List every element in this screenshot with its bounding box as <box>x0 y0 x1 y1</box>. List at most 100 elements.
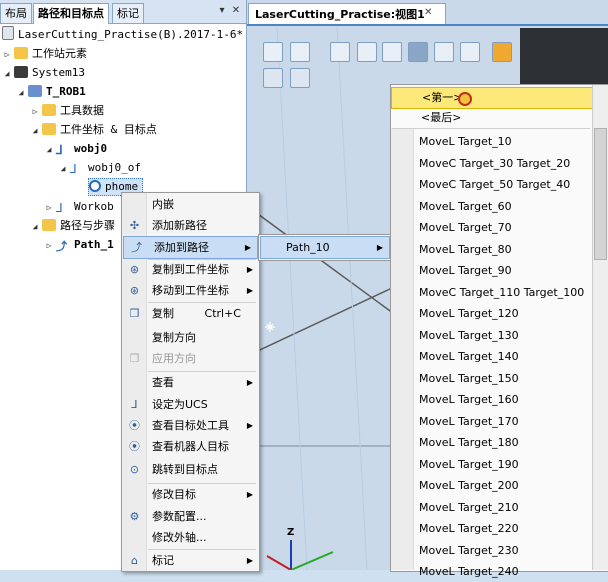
menu-add-to-path[interactable]: ⤴ 添加到路径 ▶ <box>123 236 258 259</box>
menu-modify-external-axis[interactable]: 修改外轴... <box>122 527 259 548</box>
menu-first[interactable]: <第一> <box>391 87 593 109</box>
collapse-icon[interactable]: ◢ <box>58 160 68 178</box>
target-item[interactable]: MoveL Target_160 <box>419 389 519 410</box>
target-item[interactable]: MoveL Target_70 <box>419 217 512 238</box>
menu-last[interactable]: <最后> <box>391 108 591 128</box>
tool-data-node[interactable]: ▷ 工具数据 <box>30 102 104 120</box>
pin-icon[interactable]: ▾ <box>216 5 228 17</box>
collapse-icon[interactable]: ◢ <box>2 65 12 83</box>
new-path-icon: ✣ <box>129 219 140 232</box>
collapse-icon[interactable]: ◢ <box>44 141 54 159</box>
menu-set-ucs[interactable]: ⅃ 设定为UCS <box>122 394 259 415</box>
menu-modify-target[interactable]: 修改目标 ▶ <box>122 484 259 505</box>
view-tab[interactable]: LaserCutting_Practise:视图1 <box>248 3 446 25</box>
frame-tool-icon[interactable] <box>492 42 512 62</box>
menu-add-new-path[interactable]: ✣ 添加新路径 <box>122 215 259 236</box>
collapse-icon[interactable]: ◢ <box>16 84 26 102</box>
menu-copy[interactable]: ❐ 复制 Ctrl+C <box>122 303 259 324</box>
target-item[interactable]: MoveL Target_190 <box>419 454 519 475</box>
target-item[interactable]: MoveC Target_110 Target_100 <box>419 282 584 303</box>
target-item[interactable]: MoveL Target_80 <box>419 239 512 260</box>
scrollbar-thumb[interactable] <box>594 128 607 260</box>
target-item[interactable]: MoveL Target_170 <box>419 411 519 432</box>
view-center-icon[interactable] <box>290 42 310 62</box>
station-icon <box>2 26 14 40</box>
select-part-icon[interactable] <box>357 42 377 62</box>
target-item[interactable]: MoveL Target_220 <box>419 518 519 539</box>
menu-path-10[interactable]: Path_10 ▶ <box>260 236 390 259</box>
tab-paths-targets[interactable]: 路径和目标点 <box>33 3 109 24</box>
robot-icon <box>28 85 42 97</box>
tool-at-target-icon: ⦿ <box>129 419 140 432</box>
wobj-targets-node[interactable]: ◢ 工件坐标 & 目标点 <box>30 121 157 139</box>
target-item[interactable]: MoveL Target_240 <box>419 561 519 582</box>
workobj-node[interactable]: ▷ ⅃ Workob <box>44 198 114 216</box>
menu-inline[interactable]: 内嵌 <box>122 194 259 215</box>
submenu-arrow-icon: ▶ <box>246 378 253 387</box>
x-axis <box>266 555 292 570</box>
select-body-icon[interactable] <box>330 42 350 62</box>
target-item[interactable]: MoveL Target_90 <box>419 260 512 281</box>
menu-tag[interactable]: ⌂ 标记 ▶ <box>122 550 259 571</box>
target-item[interactable]: MoveC Target_50 Target_40 <box>419 174 570 195</box>
target-item[interactable]: MoveL Target_230 <box>419 540 519 561</box>
folder-icon <box>14 47 28 59</box>
snap-edge-icon[interactable] <box>434 42 454 62</box>
target-item[interactable]: MoveL Target_120 <box>419 303 519 324</box>
system-node[interactable]: ◢ System13 <box>2 64 85 82</box>
play-icon[interactable] <box>263 68 283 88</box>
target-item[interactable]: MoveL Target_180 <box>419 432 519 453</box>
snap-object-icon[interactable] <box>408 42 428 62</box>
wobj0-of-node[interactable]: ◢ ⅃ wobj0_of <box>58 159 141 177</box>
config-icon: ⚙ <box>129 510 140 523</box>
target-item[interactable]: MoveL Target_60 <box>419 196 512 217</box>
view-all-icon[interactable] <box>263 42 283 62</box>
geometry-line <box>247 205 398 317</box>
target-item[interactable]: MoveL Target_140 <box>419 346 519 367</box>
wobj0-node[interactable]: ◢ ⅃ wobj0 <box>44 140 108 159</box>
paths-procedures-node[interactable]: ◢ 路径与步骤 <box>30 217 115 235</box>
menu-copy-to-wobj[interactable]: ⊛ 复制到工件坐标 ▶ <box>122 259 259 280</box>
submenu-arrow-icon: ▶ <box>246 286 253 295</box>
submenu-arrow-icon: ▶ <box>246 265 253 274</box>
station-node[interactable]: LaserCutting_Practise(B).2017-1-6* <box>2 26 243 44</box>
expand-icon[interactable]: ▷ <box>30 103 40 121</box>
menu-view-tool-at-target[interactable]: ⦿ 查看目标处工具 ▶ <box>122 415 259 436</box>
menu-copy-orientation[interactable]: 复制方向 <box>122 327 259 348</box>
target-item[interactable]: MoveL Target_150 <box>419 368 519 389</box>
expand-icon[interactable]: ▷ <box>44 237 54 255</box>
tab-tags[interactable]: 标记 <box>112 3 144 23</box>
menu-move-to-wobj[interactable]: ⊛ 移动到工件坐标 ▶ <box>122 280 259 301</box>
menu-configuration[interactable]: ⚙ 参数配置... <box>122 506 259 527</box>
folder-icon <box>42 219 56 231</box>
select-group-icon[interactable] <box>382 42 402 62</box>
robot-node[interactable]: ◢ T_ROB1 <box>16 83 86 101</box>
snap-center-icon[interactable] <box>460 42 480 62</box>
menu-view[interactable]: 查看 ▶ <box>122 372 259 393</box>
menu-jump-to-target[interactable]: ⊙ 跳转到目标点 <box>122 459 259 480</box>
move-wobj-icon: ⊛ <box>129 284 140 297</box>
controller-icon <box>14 66 28 78</box>
path-node[interactable]: ▷ ⤴ Path_1 <box>44 236 114 254</box>
collapse-icon[interactable]: ◢ <box>30 218 40 236</box>
close-icon[interactable]: ✕ <box>230 5 242 17</box>
expand-icon[interactable]: ▷ <box>44 199 54 217</box>
tab-layout[interactable]: 布局 <box>0 3 32 23</box>
geometry-line <box>247 287 393 357</box>
close-view-icon[interactable]: ✕ <box>424 7 432 18</box>
stop-icon[interactable] <box>290 68 310 88</box>
target-item[interactable]: MoveC Target_30 Target_20 <box>419 153 570 174</box>
expand-icon[interactable]: ▷ <box>2 46 12 64</box>
path-submenu: Path_10 ▶ <box>258 234 392 261</box>
add-to-path-icon: ⤴ <box>131 241 142 254</box>
target-item[interactable]: MoveL Target_130 <box>419 325 519 346</box>
menu-separator <box>392 128 590 129</box>
target-item[interactable]: MoveL Target_210 <box>419 497 519 518</box>
robot-model <box>520 28 608 88</box>
station-elements-node[interactable]: ▷ 工作站元素 <box>2 45 87 63</box>
collapse-icon[interactable]: ◢ <box>30 122 40 140</box>
target-item[interactable]: MoveL Target_10 <box>419 131 512 152</box>
menu-view-robot-target[interactable]: ⦿ 查看机器人目标 <box>122 436 259 457</box>
target-item[interactable]: MoveL Target_200 <box>419 475 519 496</box>
cursor-icon <box>458 92 472 106</box>
